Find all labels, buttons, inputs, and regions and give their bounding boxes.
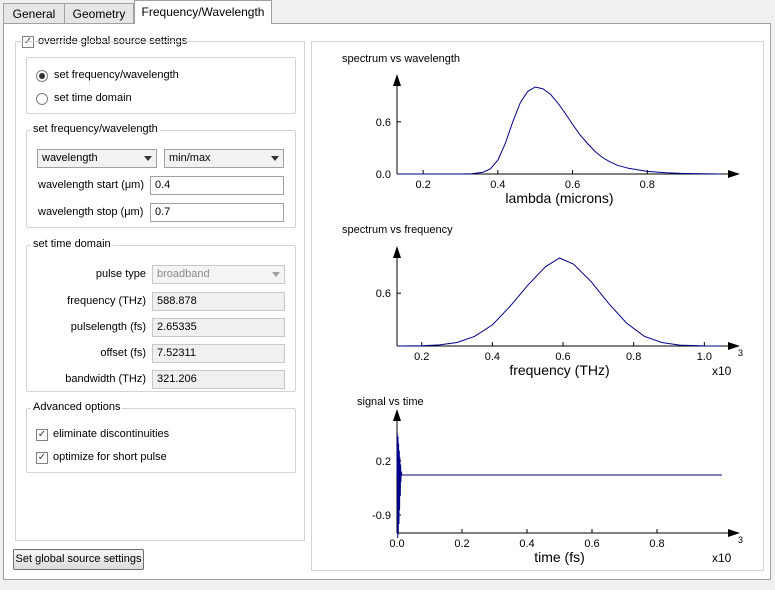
chevron-down-icon [271, 156, 279, 161]
chart-1-title: spectrum vs frequency [342, 224, 453, 236]
wavelength-type-select-value: wavelength [42, 152, 98, 164]
frequency-wavelength-group: set frequency/wavelength wavelength min/… [26, 123, 296, 228]
optimize-short-pulse-label: optimize for short pulse [53, 451, 167, 463]
wavelength-start-input[interactable]: 0.4 [150, 176, 284, 195]
tab-geometry-label: Geometry [72, 7, 126, 21]
plot-area: spectrum vs wavelength 0.2 0.4 0.6 0.8 0.0 0.6… [311, 41, 764, 571]
chart-0-y-tick-label: 0.0 [376, 169, 391, 181]
chart-2-series-line [396, 432, 722, 539]
eliminate-discontinuities-checkbox[interactable]: ✓ [36, 429, 48, 441]
wavelength-stop-label: wavelength stop (μm) [38, 206, 144, 218]
tab-general[interactable]: General [3, 3, 65, 23]
tab-panel: ✓ override global source settings set fr… [3, 23, 771, 580]
chevron-down-icon [272, 272, 280, 277]
chart-2-x-exponent: x10 [712, 551, 732, 565]
wavelength-start-label: wavelength start (μm) [38, 179, 144, 191]
chart-2-x-tick-label: 0.2 [454, 538, 469, 550]
tab-frequency-wavelength[interactable]: Frequency/Wavelength [134, 0, 272, 24]
set-global-source-settings-label: Set global source settings [15, 553, 142, 565]
bandwidth-label: bandwidth (THz) [65, 373, 146, 385]
chart-2-x-label: time (fs) [534, 549, 585, 565]
chart-1-y-arrow [393, 246, 401, 258]
source-settings-frame: set frequency/wavelength set time domain… [15, 41, 305, 541]
chart-1-x-tick-label: 1.0 [697, 351, 712, 363]
wavelength-start-value: 0.4 [155, 179, 171, 191]
chart-1-x-exponent-power: 3 [738, 348, 743, 358]
frequency-label: frequency (THz) [67, 295, 146, 307]
chart-2-y-tick-label: 0.2 [376, 456, 391, 468]
offset-field: 7.52311 [152, 344, 285, 363]
range-type-select[interactable]: min/max [164, 149, 284, 168]
chart-1-x-exponent: x10 [712, 364, 732, 378]
chart-1-x-tick-label: 0.8 [626, 351, 641, 363]
chart-0-title: spectrum vs wavelength [342, 53, 460, 65]
chart-0-y-tick-label: 0.6 [376, 117, 391, 129]
eliminate-discontinuities-label: eliminate discontinuities [53, 428, 170, 440]
pulse-type-select: broadband [152, 265, 285, 284]
chart-0-x-tick-label: 0.4 [490, 179, 505, 191]
pulse-type-value: broadband [157, 268, 210, 280]
time-domain-group-title: set time domain [31, 238, 113, 250]
chart-2-y-arrow [393, 409, 401, 421]
plots-group: spectrum vs wavelength 0.2 0.4 0.6 0.8 0.0 0.6… [342, 53, 743, 565]
chart-0-x-arrow [728, 170, 740, 178]
time-domain-group: set time domain pulse type broadband fre… [26, 238, 296, 392]
pulselength-label: pulselength (fs) [70, 321, 146, 333]
pulselength-value: 2.65335 [157, 321, 197, 333]
tab-frequency-wavelength-label: Frequency/Wavelength [141, 5, 265, 19]
pulse-type-label: pulse type [95, 268, 146, 280]
radio-set-time-domain-label: set time domain [54, 92, 132, 104]
mode-group: set frequency/wavelength set time domain [26, 57, 296, 114]
range-type-select-value: min/max [169, 152, 211, 164]
tab-general-label: General [12, 7, 56, 21]
radio-set-time-domain[interactable] [36, 93, 48, 105]
chevron-down-icon [144, 156, 152, 161]
chart-0-x-tick-label: 0.2 [416, 179, 431, 191]
chart-2-x-tick-label: 0.4 [519, 538, 534, 550]
chart-1-series-line [396, 257, 723, 347]
chart-2-x-tick-label: 0.0 [389, 538, 404, 550]
wavelength-stop-value: 0.7 [155, 206, 171, 218]
chart-2-x-tick-label: 0.8 [649, 538, 664, 550]
chart-1-x-label: frequency (THz) [509, 362, 609, 378]
set-global-source-settings-button[interactable]: Set global source settings [13, 549, 144, 570]
radio-set-frequency[interactable] [36, 70, 48, 82]
chart-2-title: signal vs time [357, 396, 424, 408]
chart-2-y-tick-label: -0.9 [372, 510, 391, 522]
chart-0-x-tick-label: 0.8 [640, 179, 655, 191]
frequency-wavelength-group-title: set frequency/wavelength [31, 123, 160, 135]
optimize-short-pulse-checkbox[interactable]: ✓ [36, 452, 48, 464]
bandwidth-value: 321.206 [157, 373, 197, 385]
advanced-options-title: Advanced options [31, 401, 123, 413]
chart-0-y-arrow [393, 74, 401, 86]
offset-value: 7.52311 [157, 347, 196, 359]
chart-2-x-exponent-power: 3 [738, 535, 743, 545]
chart-0-x-label: lambda (microns) [505, 190, 613, 206]
chart-1-x-tick-label: 0.2 [414, 351, 429, 363]
chart-1-x-tick-label: 0.4 [485, 351, 500, 363]
offset-label: offset (fs) [100, 347, 146, 359]
bandwidth-field: 321.206 [152, 370, 285, 389]
advanced-options-group: Advanced options ✓ eliminate discontinui… [26, 401, 296, 473]
chart-2-x-tick-label: 0.6 [584, 538, 599, 550]
frequency-value: 588.878 [157, 295, 197, 307]
wavelength-stop-input[interactable]: 0.7 [150, 203, 284, 222]
chart-1-y-tick-label: 0.6 [376, 288, 391, 300]
pulselength-field: 2.65335 [152, 318, 285, 337]
plots-svg: spectrum vs wavelength 0.2 0.4 0.6 0.8 0.0 0.6… [342, 53, 743, 565]
wavelength-type-select[interactable]: wavelength [37, 149, 157, 168]
tab-geometry[interactable]: Geometry [64, 3, 134, 23]
radio-set-frequency-label: set frequency/wavelength [54, 69, 179, 81]
frequency-field: 588.878 [152, 292, 285, 311]
chart-0-series-line [397, 86, 723, 175]
